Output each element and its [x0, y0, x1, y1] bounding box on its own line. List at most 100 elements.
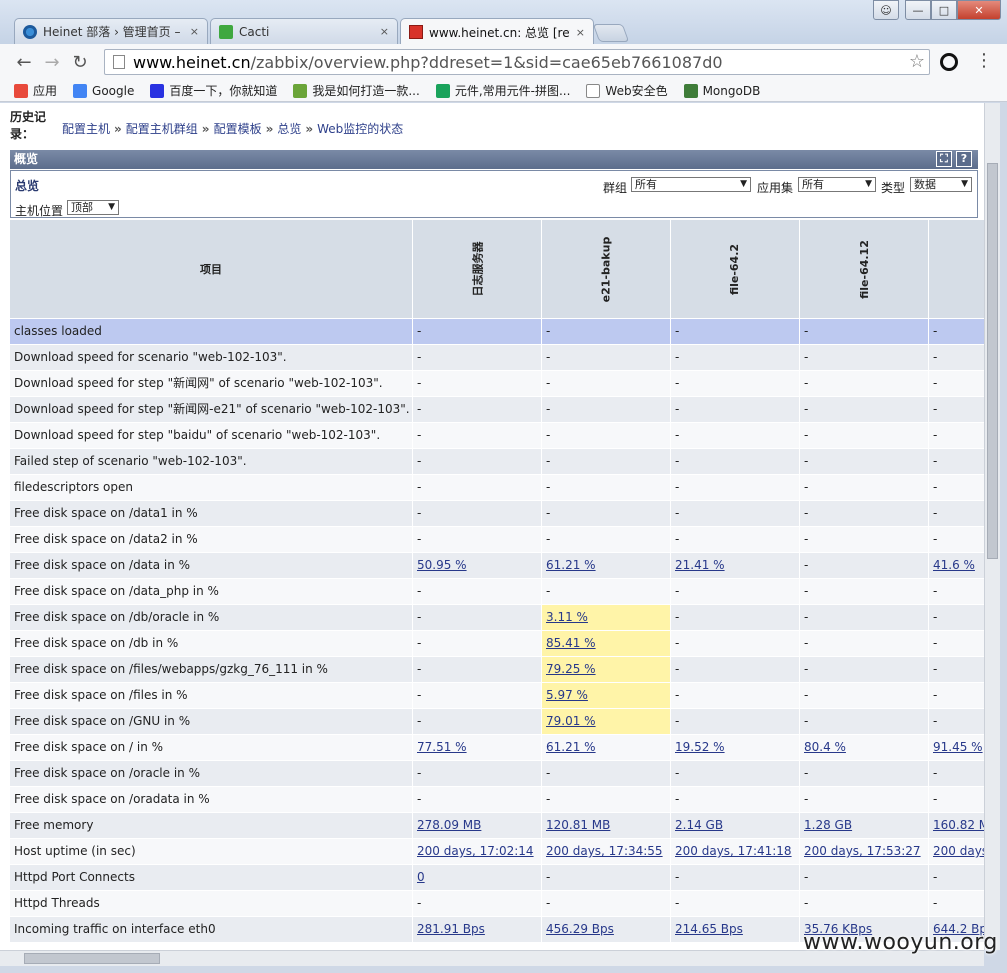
value-cell: - — [413, 397, 542, 422]
value-link[interactable]: 61.21 % — [546, 740, 596, 754]
breadcrumb-link[interactable]: 配置模板 — [214, 122, 262, 136]
value-link[interactable]: 21.41 % — [675, 558, 725, 572]
breadcrumb-link[interactable]: 配置主机 — [62, 122, 110, 136]
value-link[interactable]: 456.29 Bps — [546, 922, 614, 936]
value-link[interactable]: 50.95 % — [417, 558, 467, 572]
scroll-thumb[interactable] — [987, 163, 998, 559]
item-name-cell: Download speed for scenario "web-102-103… — [10, 345, 413, 370]
breadcrumb-link[interactable]: Web监控的状态 — [317, 122, 403, 136]
tab-cacti[interactable]: Cacti × — [210, 18, 398, 44]
value-link[interactable]: 120.81 MB — [546, 818, 610, 832]
value-cell: - — [671, 371, 800, 396]
value-cell: - — [542, 891, 671, 916]
value-link[interactable]: 160.82 MB — [933, 818, 984, 832]
scroll-thumb[interactable] — [24, 953, 160, 964]
value-cell: 160.82 MB — [929, 813, 984, 838]
value-cell: - — [929, 865, 984, 890]
value-link[interactable]: 79.25 % — [546, 662, 596, 676]
value-cell: - — [800, 449, 929, 474]
user-icon[interactable]: ☺ — [873, 0, 899, 20]
value-cell: - — [671, 423, 800, 448]
value-link[interactable]: 200 days, 17:02:14 — [417, 844, 534, 858]
value-cell: 21.41 % — [671, 553, 800, 578]
host-column-header[interactable] — [929, 220, 984, 318]
value-cell: - — [800, 527, 929, 552]
value-cell: 278.09 MB — [413, 813, 542, 838]
value-cell: 200 days, 17:02:14 — [413, 839, 542, 864]
value-cell: - — [671, 631, 800, 656]
value-cell: - — [542, 397, 671, 422]
bookmark-item[interactable]: 我是如何打造一款... — [293, 82, 420, 99]
value-cell: 19.52 % — [671, 735, 800, 760]
bookmark-star-icon[interactable]: ☆ — [909, 51, 925, 72]
host-column-header[interactable]: file-64.2 — [671, 220, 800, 318]
value-link[interactable]: 77.51 % — [417, 740, 467, 754]
value-cell: - — [542, 345, 671, 370]
value-link[interactable]: 61.21 % — [546, 558, 596, 572]
host-column-header[interactable]: e21-bakup — [542, 220, 671, 318]
value-cell: - — [671, 579, 800, 604]
host-column-header[interactable]: 日志服务器 — [413, 220, 542, 318]
value-link[interactable]: 200 days, 17:41:18 — [675, 844, 792, 858]
value-link[interactable]: 3.11 % — [546, 610, 588, 624]
tab-heinet[interactable]: Heinet 部落 › 管理首页 – × — [14, 18, 208, 44]
breadcrumb-link[interactable]: 总览 — [277, 122, 301, 136]
item-name-cell: Host uptime (in sec) — [10, 839, 413, 864]
value-link[interactable]: 200 days, 17:53:27 — [804, 844, 921, 858]
value-link[interactable]: 91.45 % — [933, 740, 983, 754]
value-cell: 456.29 Bps — [542, 917, 671, 942]
reload-icon[interactable]: ↻ — [66, 52, 94, 73]
value-cell: - — [671, 475, 800, 500]
group-select[interactable]: 所有 ▼ — [631, 177, 751, 192]
extension-icon[interactable] — [940, 53, 958, 71]
type-select[interactable]: 数据 ▼ — [910, 177, 972, 192]
bookmark-item[interactable]: 百度一下，你就知道 — [150, 82, 277, 99]
close-icon[interactable]: × — [190, 25, 199, 38]
table-row: Httpd Threads - - - - - — [10, 891, 984, 917]
window-close-icon[interactable]: ✕ — [957, 0, 1001, 20]
help-icon[interactable]: ? — [956, 151, 972, 167]
new-tab-button[interactable] — [592, 24, 630, 42]
value-cell: - — [800, 787, 929, 812]
fullscreen-icon[interactable]: ⛶ — [936, 151, 952, 167]
value-link[interactable]: 1.28 GB — [804, 818, 852, 832]
breadcrumb: 配置主机» 配置主机群组» 配置模板» 总览» Web监控的状态 — [62, 120, 403, 137]
host-location-select[interactable]: 顶部 ▼ — [67, 200, 119, 215]
vertical-scrollbar[interactable] — [984, 103, 1000, 950]
value-link[interactable]: 0 — [417, 870, 425, 884]
value-link[interactable]: 2.14 GB — [675, 818, 723, 832]
address-bar[interactable]: www.heinet.cn/zabbix/overview.php?ddrese… — [104, 49, 930, 75]
host-column-header[interactable]: file-64.12 — [800, 220, 929, 318]
value-link[interactable]: 200 days — [933, 844, 984, 858]
value-link[interactable]: 80.4 % — [804, 740, 846, 754]
table-row: Free disk space on /db/oracle in % -3.11 … — [10, 605, 984, 631]
value-link[interactable]: 79.01 % — [546, 714, 596, 728]
watermark: www.wooyun.org — [803, 930, 998, 955]
breadcrumb-link[interactable]: 配置主机群组 — [126, 122, 198, 136]
value-link[interactable]: 85.41 % — [546, 636, 596, 650]
close-icon[interactable]: × — [380, 25, 389, 38]
value-link[interactable]: 214.65 Bps — [675, 922, 743, 936]
url-text: www.heinet.cn/zabbix/overview.php?ddrese… — [133, 52, 723, 72]
bookmark-item[interactable]: 应用 — [14, 82, 57, 99]
close-icon[interactable]: × — [576, 26, 585, 39]
bookmark-item[interactable]: 元件,常用元件-拼图... — [435, 82, 570, 99]
forward-arrow-icon[interactable]: → — [38, 52, 66, 73]
item-name-cell: classes loaded — [10, 319, 413, 344]
maximize-icon[interactable]: □ — [931, 0, 957, 20]
value-link[interactable]: 5.97 % — [546, 688, 588, 702]
bookmark-item[interactable]: Google — [73, 83, 134, 98]
bookmark-item[interactable]: Web安全色 — [586, 82, 668, 99]
menu-icon[interactable]: ⋮ — [975, 50, 993, 71]
tab-zabbix-overview[interactable]: www.heinet.cn: 总览 [ref × — [400, 18, 594, 45]
browser-titlebar: Heinet 部落 › 管理首页 – × Cacti × www.heinet.… — [0, 0, 1007, 45]
value-link[interactable]: 41.6 % — [933, 558, 975, 572]
value-link[interactable]: 19.52 % — [675, 740, 725, 754]
minimize-icon[interactable]: — — [905, 0, 931, 20]
back-arrow-icon[interactable]: ← — [10, 52, 38, 73]
application-select[interactable]: 所有 ▼ — [798, 177, 876, 192]
value-link[interactable]: 281.91 Bps — [417, 922, 485, 936]
value-link[interactable]: 200 days, 17:34:55 — [546, 844, 663, 858]
bookmark-item[interactable]: MongoDB — [683, 83, 760, 98]
value-link[interactable]: 278.09 MB — [417, 818, 481, 832]
